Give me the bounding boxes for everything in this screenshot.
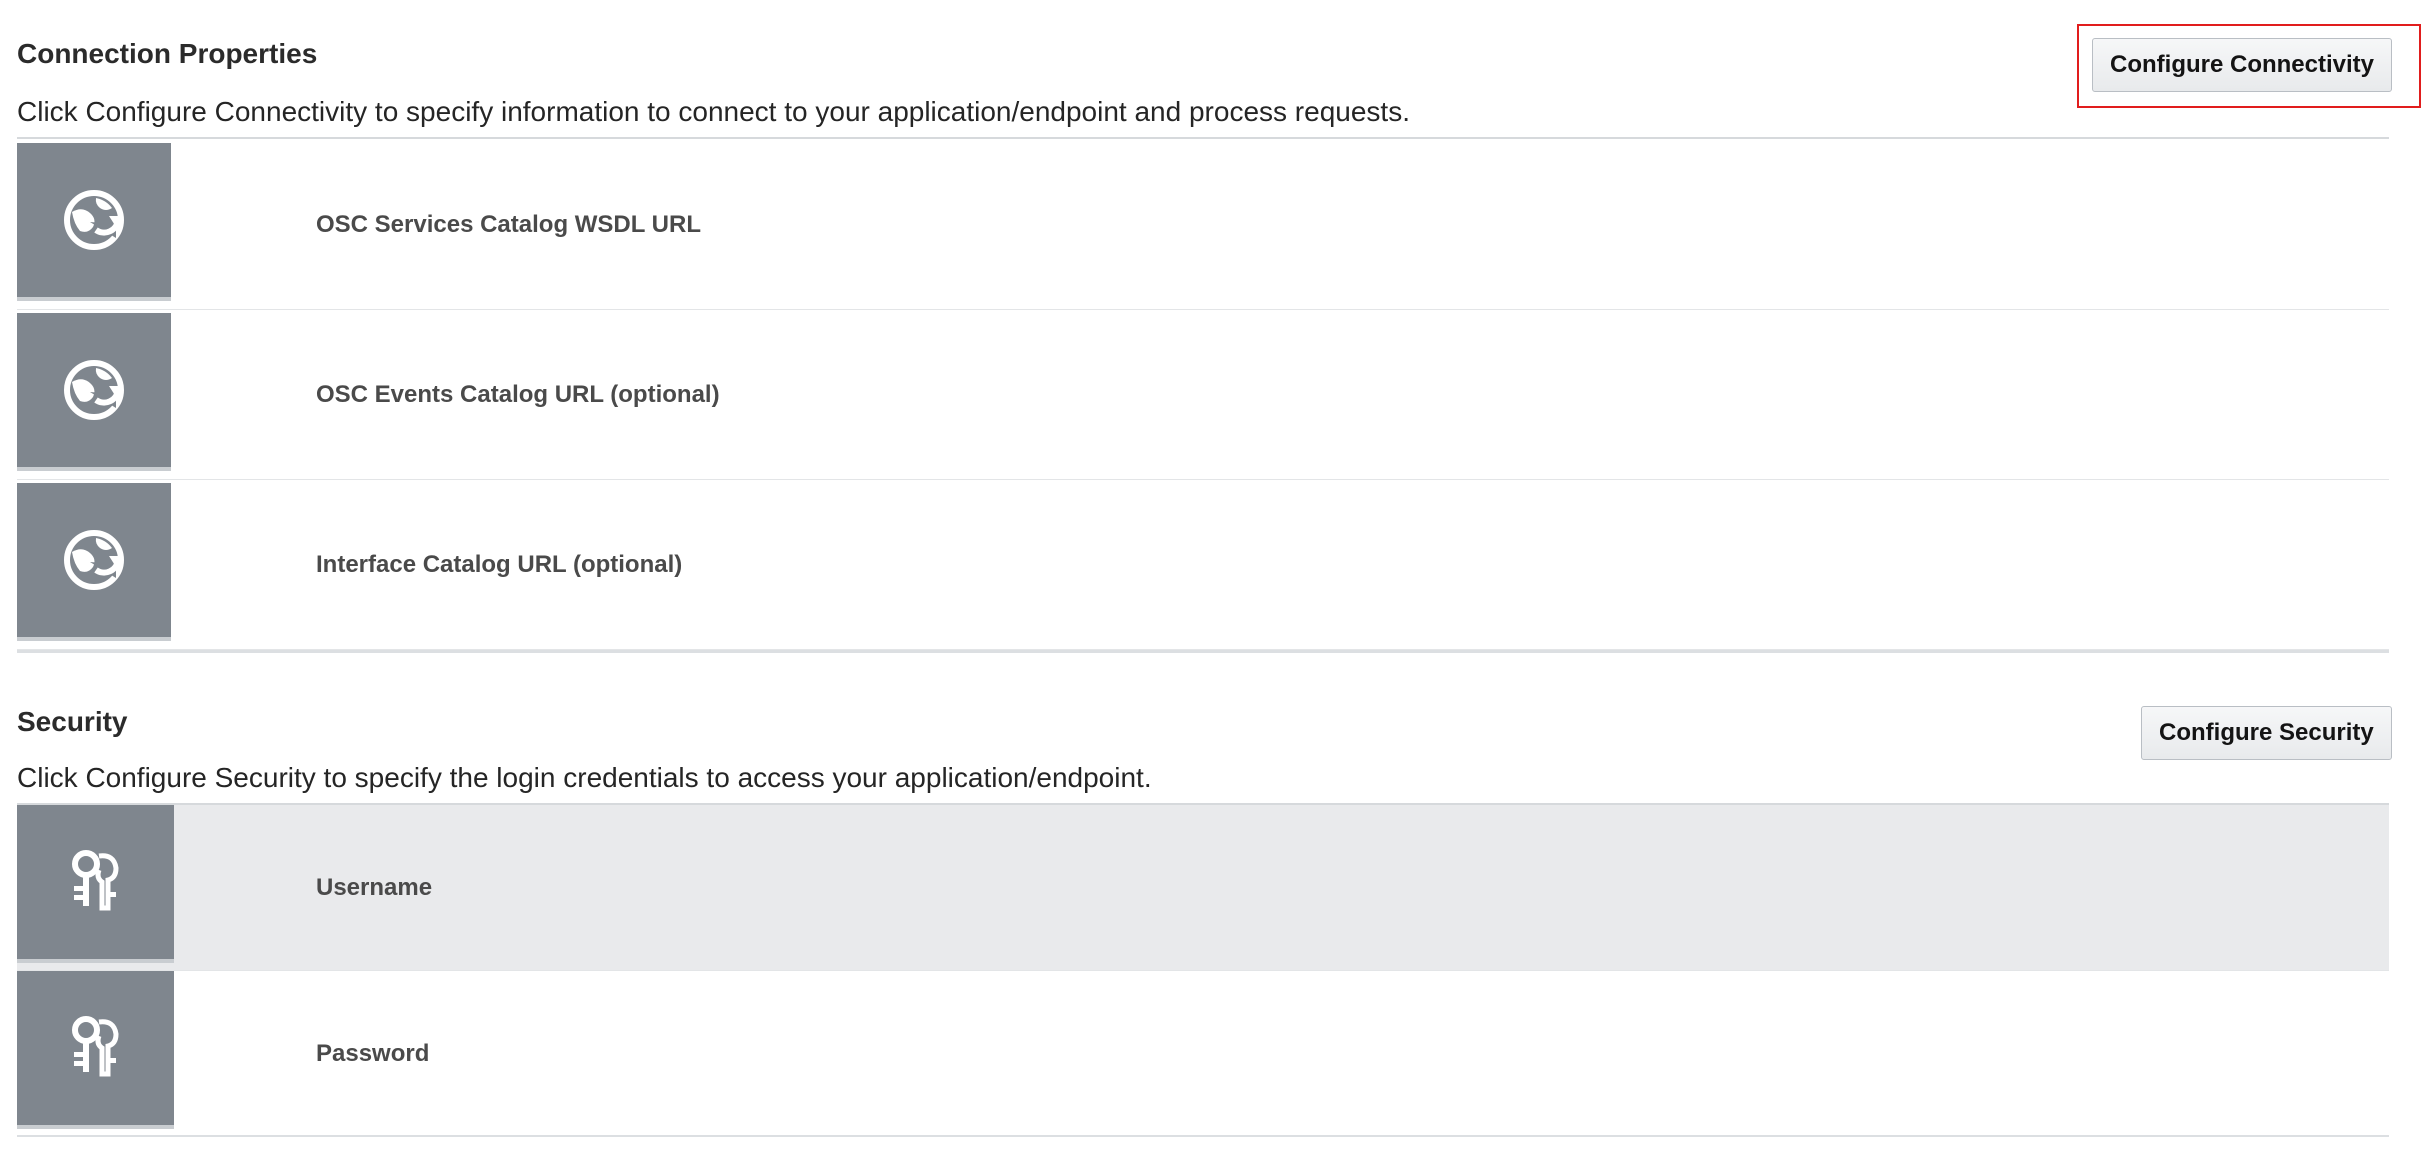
property-tile (17, 805, 174, 963)
configure-connectivity-button[interactable]: Configure Connectivity (2092, 38, 2393, 92)
property-row-osc-services-wsdl-url[interactable]: OSC Services Catalog WSDL URL (17, 140, 2389, 310)
globe-refresh-icon (64, 360, 124, 420)
property-label: OSC Services Catalog WSDL URL (316, 211, 701, 238)
connection-properties-title: Connection Properties (17, 38, 318, 69)
globe-refresh-icon (64, 530, 124, 590)
property-tile (17, 971, 174, 1129)
property-label: OSC Events Catalog URL (optional) (316, 381, 720, 408)
property-tile (17, 143, 171, 301)
connection-properties-section: Connection Properties Click Configure Co… (17, 0, 2421, 660)
connection-properties-description: Click Configure Connectivity to specify … (17, 96, 1410, 127)
property-label: Password (316, 1040, 430, 1067)
property-row-interface-catalog-url[interactable]: Interface Catalog URL (optional) (17, 480, 2389, 650)
property-row-username[interactable]: Username (17, 805, 2389, 971)
keys-icon (71, 850, 119, 911)
property-tile (17, 483, 171, 641)
property-tile (17, 313, 171, 471)
property-row-password[interactable]: Password (17, 971, 2389, 1137)
property-label: Interface Catalog URL (optional) (316, 551, 683, 578)
security-section: Security Click Configure Security to spe… (17, 666, 2392, 1146)
property-row-osc-events-catalog-url[interactable]: OSC Events Catalog URL (optional) (17, 310, 2389, 480)
configure-security-button[interactable]: Configure Security (2141, 706, 2392, 760)
connection-divider (17, 137, 2389, 139)
security-description: Click Configure Security to specify the … (17, 762, 1152, 793)
property-label: Username (316, 874, 433, 901)
keys-icon (71, 1016, 119, 1077)
connection-section-end-divider (17, 650, 2389, 653)
globe-refresh-icon (64, 190, 124, 250)
security-title: Security (17, 706, 128, 737)
